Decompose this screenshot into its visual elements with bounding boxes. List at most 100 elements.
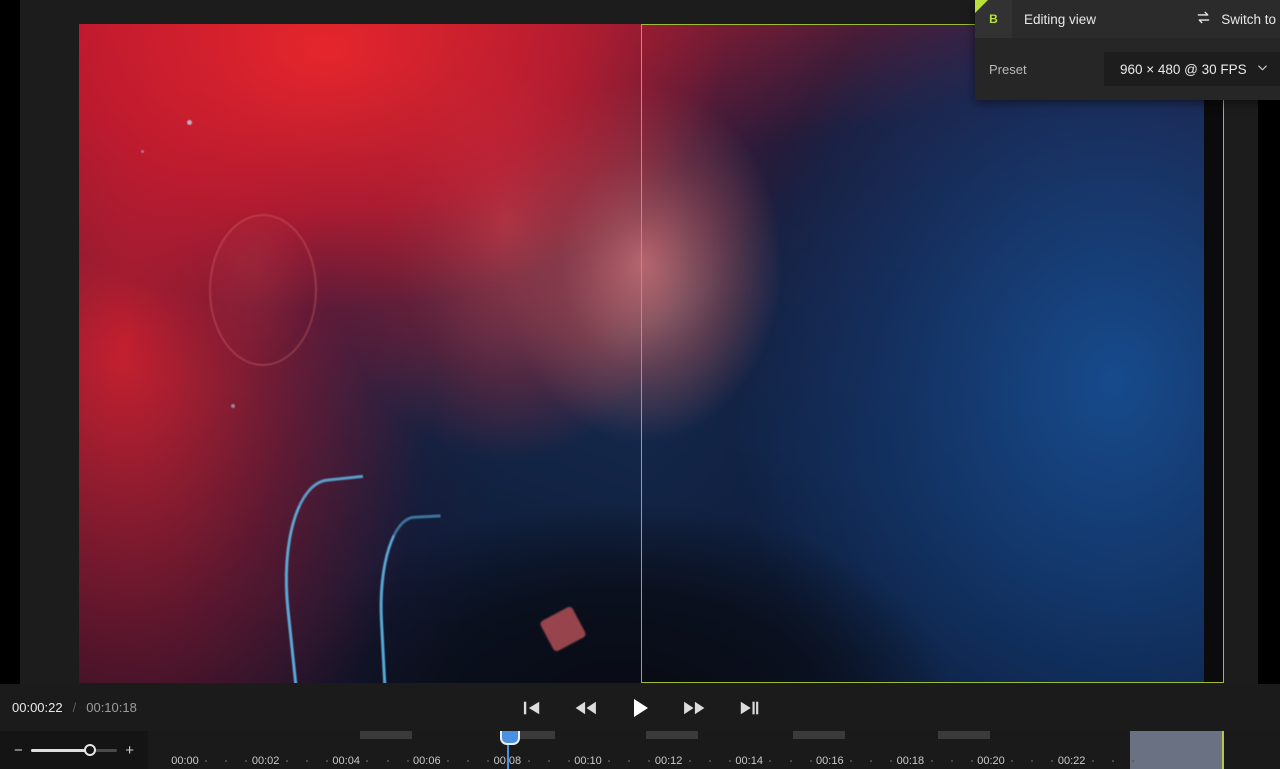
timeline-minor-tick [547, 760, 550, 762]
pane-b-badge-label: B [989, 12, 998, 26]
timeline-zoom-slider[interactable]: − + [0, 731, 148, 769]
timeline-minor-tick [1051, 760, 1054, 762]
timeline-minor-tick [809, 760, 812, 762]
timeline-minor-tick [870, 760, 873, 762]
jacket-neon-piping-right [374, 514, 450, 683]
zoom-slider-track[interactable] [30, 744, 118, 756]
timeline-minor-tick [1011, 760, 1014, 762]
timeline-minor-tick [789, 760, 792, 762]
step-frame-button[interactable] [732, 692, 764, 724]
editing-view-header: B Editing view Switch to [975, 0, 1280, 38]
total-time: 00:10:18 [86, 700, 137, 715]
timeline-tick-label: 00:04 [332, 755, 360, 767]
timeline-minor-tick [567, 760, 570, 762]
plus-icon[interactable]: + [125, 743, 134, 758]
preset-select[interactable]: 960 × 480 @ 30 FPS [1104, 52, 1280, 86]
current-time: 00:00:22 [12, 700, 63, 715]
timeline-tick-label: 00:12 [654, 755, 683, 767]
timeline-tick-label: 00:18 [896, 755, 925, 767]
timeline-minor-tick [849, 760, 852, 762]
timeline-tick-label: 00:10 [574, 755, 602, 767]
timeline: − + 00:0000:0200:0400:0600:0800:1000:120… [0, 731, 1280, 769]
timeline-minor-tick [285, 760, 288, 762]
jacket-neon-piping-left [273, 474, 385, 683]
pane-b-badge: B [975, 0, 1012, 38]
switch-to-label: Switch to [1221, 11, 1276, 27]
timeline-minor-tick [1031, 760, 1034, 762]
timeline-minor-tick [769, 760, 772, 762]
timecode-display: 00:00:22 / 00:10:18 [12, 684, 137, 731]
timeline-thumbnail-panel[interactable] [1130, 731, 1224, 769]
timeline-minor-tick [1111, 760, 1114, 762]
rewind-button[interactable] [570, 692, 602, 724]
timeline-clip-segment[interactable] [938, 731, 990, 739]
timeline-minor-tick [708, 760, 711, 762]
timeline-minor-tick [628, 760, 631, 762]
timeline-tick-label: 00:20 [977, 755, 1005, 767]
timeline-minor-tick [648, 760, 651, 762]
preview-canvas [20, 0, 1258, 684]
preview-image-b [642, 25, 1204, 682]
timeline-minor-tick [950, 760, 953, 762]
timeline-clip-segment[interactable] [360, 731, 412, 739]
preview-stage [79, 24, 1224, 683]
preview-pane-a[interactable] [79, 24, 641, 683]
timeline-minor-tick [467, 760, 470, 762]
video-editor-window: B Editing view Switch to Preset 960 × 48… [0, 0, 1280, 769]
specular-dot [187, 120, 192, 125]
timeline-tick-label: 00:06 [413, 755, 441, 767]
timeline-minor-tick [305, 760, 308, 762]
preset-row: Preset 960 × 480 @ 30 FPS [975, 38, 1280, 100]
timeline-minor-tick [487, 760, 490, 762]
minus-icon[interactable]: − [14, 743, 23, 758]
timeline-minor-tick [225, 760, 228, 762]
timeline-tick-label: 00:14 [735, 755, 763, 767]
skip-to-start-button[interactable] [516, 692, 548, 724]
swap-icon [1195, 9, 1212, 29]
editing-view-title: Editing view [1024, 11, 1097, 27]
play-button[interactable] [624, 692, 656, 724]
timeline-minor-tick [205, 760, 208, 762]
chevron-down-icon [1255, 60, 1270, 78]
specular-dot [141, 150, 144, 153]
preview-image-a [79, 24, 641, 683]
timeline-minor-tick [326, 760, 329, 762]
timeline-minor-tick [970, 760, 973, 762]
timeline-tick-label: 00:16 [816, 755, 844, 767]
timeline-clip-segment[interactable] [646, 731, 698, 739]
timeline-minor-tick [930, 760, 933, 762]
playback-controls [516, 684, 764, 731]
switch-to-button[interactable]: Switch to [1195, 9, 1280, 29]
timeline-minor-tick [386, 760, 389, 762]
left-gutter [0, 0, 20, 684]
cabin-window-shape [209, 214, 317, 366]
preset-value: 960 × 480 @ 30 FPS [1120, 61, 1247, 77]
timeline-minor-tick [729, 760, 732, 762]
timeline-minor-tick [688, 760, 691, 762]
timeline-minor-tick [446, 760, 449, 762]
timeline-minor-tick [245, 760, 248, 762]
timeline-minor-tick [608, 760, 611, 762]
specular-dot [231, 404, 235, 408]
right-gutter [1258, 0, 1280, 684]
timeline-minor-tick [527, 760, 530, 762]
preset-label: Preset [989, 61, 1027, 77]
timeline-minor-tick [1091, 760, 1094, 762]
timeline-minor-tick [890, 760, 893, 762]
timeline-playhead[interactable] [500, 731, 521, 769]
timeline-tick-label: 00:22 [1057, 755, 1086, 767]
zoom-slider-fill [30, 748, 90, 752]
time-separator: / [72, 700, 77, 715]
timeline-tick-label: 00:02 [251, 755, 280, 767]
timeline-clip-segment[interactable] [793, 731, 845, 739]
zoom-slider-handle[interactable] [83, 744, 96, 756]
preview-pane-b[interactable] [641, 24, 1224, 683]
timeline-ruler[interactable]: 00:0000:0200:0400:0600:0800:1000:1200:14… [148, 731, 1280, 769]
editing-view-panel: B Editing view Switch to Preset 960 × 48… [975, 0, 1280, 100]
timeline-tick-label: 00:00 [171, 755, 199, 767]
timeline-minor-tick [366, 760, 369, 762]
transport-bar: 00:00:22 / 00:10:18 [0, 684, 1280, 731]
jacket-patch [539, 605, 587, 653]
timeline-minor-tick [406, 760, 409, 762]
fast-forward-button[interactable] [678, 692, 710, 724]
